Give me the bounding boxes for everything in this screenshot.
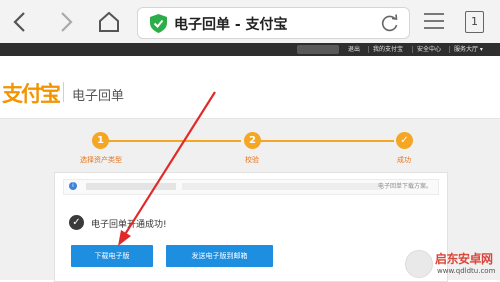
logout-link[interactable]: 退出: [348, 44, 360, 55]
step-connector: [108, 140, 241, 142]
step-2-badge: 2: [244, 132, 261, 149]
address-bar[interactable]: 电子回单 - 支付宝: [137, 7, 410, 39]
watermark-logo-icon: [405, 250, 433, 278]
reload-icon[interactable]: [381, 14, 399, 32]
send-email-button[interactable]: 发送电子版到邮箱: [166, 245, 273, 267]
secure-shield-icon: [150, 14, 167, 33]
forward-icon[interactable]: [52, 9, 78, 35]
masked-text: [182, 183, 382, 190]
menu-icon[interactable]: [424, 12, 444, 30]
tabs-button[interactable]: 1: [465, 11, 484, 33]
page-header: 支付宝 电子回单: [0, 56, 500, 119]
watermark-name: 启东安卓网: [435, 252, 493, 266]
success-check-icon: ✓: [69, 215, 84, 230]
masked-username: [297, 45, 339, 54]
step-2-label: 校验: [245, 156, 259, 164]
security-center-link[interactable]: 安全中心: [417, 44, 441, 55]
divider: [63, 82, 64, 102]
notice-bar: i 电子回单下载方案。: [63, 179, 439, 195]
alipay-logo[interactable]: 支付宝: [2, 78, 61, 108]
page-heading: 电子回单: [72, 89, 125, 104]
result-card: i 电子回单下载方案。 ✓ 电子回单开通成功! 下载电子版 发送电子版到邮箱: [54, 172, 448, 282]
step-1-badge: 1: [92, 132, 109, 149]
step-3-label: 成功: [397, 156, 411, 164]
step-1-label: 选择资产类型: [80, 156, 122, 164]
alipay-top-nav: 退出 我的支付宝 安全中心 服务大厅 ▾: [0, 43, 500, 56]
back-icon[interactable]: [8, 9, 34, 35]
browser-toolbar: 电子回单 - 支付宝 1: [0, 0, 500, 44]
success-message: 电子回单开通成功!: [91, 220, 167, 230]
notice-text: 电子回单下载方案。: [377, 183, 432, 190]
page-title: 电子回单 - 支付宝: [174, 17, 288, 33]
service-hall-link[interactable]: 服务大厅 ▾: [454, 44, 483, 55]
download-button[interactable]: 下载电子版: [71, 245, 153, 267]
info-icon: i: [69, 182, 77, 190]
step-connector: [261, 140, 394, 142]
watermark: 启东安卓网 www.qdldtu.com: [405, 248, 500, 280]
home-icon[interactable]: [96, 9, 122, 35]
my-alipay-link[interactable]: 我的支付宝: [373, 44, 403, 55]
step-3-check-icon: ✓: [396, 132, 413, 149]
watermark-url: www.qdldtu.com: [437, 267, 496, 275]
masked-text: [86, 183, 176, 190]
